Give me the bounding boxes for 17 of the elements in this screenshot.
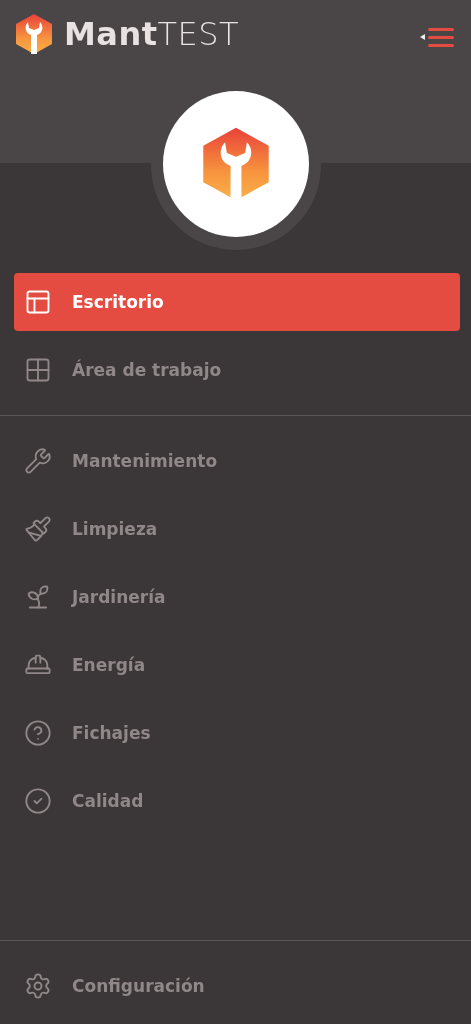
- nav-item[interactable]: Fichajes: [14, 704, 460, 762]
- settings-icon: [24, 972, 52, 1000]
- nav-item[interactable]: Energía: [14, 636, 460, 694]
- layout-icon: [24, 288, 52, 316]
- wrench-icon: [24, 447, 52, 475]
- nav-item[interactable]: Configuración: [14, 957, 460, 1015]
- nav-item[interactable]: Limpieza: [14, 500, 460, 558]
- nav-item[interactable]: Calidad: [14, 772, 460, 830]
- nav-item[interactable]: Mantenimiento: [14, 432, 460, 490]
- check-circle-icon: [24, 787, 52, 815]
- grid-icon: [24, 356, 52, 384]
- nav-item[interactable]: Jardinería: [14, 568, 460, 626]
- paintbrush-icon: [24, 515, 52, 543]
- nav-item[interactable]: Área de trabajo: [14, 341, 460, 399]
- brand-name: MantTEST: [64, 15, 240, 53]
- nav-item[interactable]: Escritorio: [14, 273, 460, 331]
- help-icon: [24, 719, 52, 747]
